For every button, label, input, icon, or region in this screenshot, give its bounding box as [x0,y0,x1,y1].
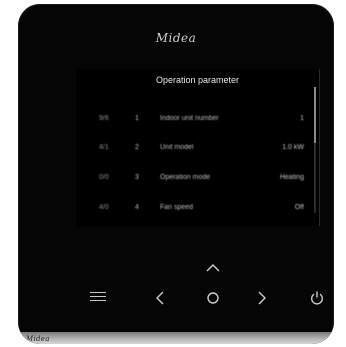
row-value: Off [294,204,304,211]
chevron-left-icon[interactable] [154,290,166,306]
brand-logo: Midea [155,31,197,45]
bottom-logo: Midea [26,335,50,343]
parameter-row [76,91,304,103]
ok-icon[interactable] [206,291,220,305]
scrollbar-thumb[interactable] [314,87,316,143]
parameter-row[interactable]: 9/6 1 Indoor unit number 1 [76,113,304,125]
parameter-row[interactable]: 4/0 4 Fan speed Off [76,202,304,214]
chevron-up-icon[interactable] [205,260,221,272]
row-code: 4/1 [99,144,109,151]
row-value: Heating [279,174,304,181]
row-code: 9/6 [99,115,109,122]
row-code: 4/0 [99,204,109,211]
row-value: 1.0 kW [282,144,304,151]
row-name: Fan speed [160,204,194,211]
chevron-right-icon[interactable] [256,290,268,306]
scrollbar[interactable] [314,87,316,213]
power-icon[interactable] [309,290,325,306]
row-name: Indoor unit number [160,115,219,122]
parameter-row[interactable]: 0/0 3 Operation mode Heating [76,172,304,184]
device-bottom-strip: Midea [18,332,334,344]
display-screen: Operation parameter 9/6 1 Indoor unit nu… [76,69,320,226]
row-value: 1 [300,115,304,122]
row-number: 3 [135,174,139,181]
remote-controller: Midea Operation parameter 9/6 1 Indoor u… [18,4,334,344]
row-name: Operation mode [160,174,211,181]
screen-title: Operation parameter [155,75,240,85]
row-number: 1 [135,115,139,122]
parameter-row[interactable]: 4/1 2 Unit model 1.0 kW [76,142,304,154]
row-code: 0/0 [99,174,109,181]
row-number: 4 [135,204,139,211]
row-name: Unit model [160,144,194,151]
menu-icon[interactable] [90,292,106,304]
row-number: 2 [135,144,139,151]
